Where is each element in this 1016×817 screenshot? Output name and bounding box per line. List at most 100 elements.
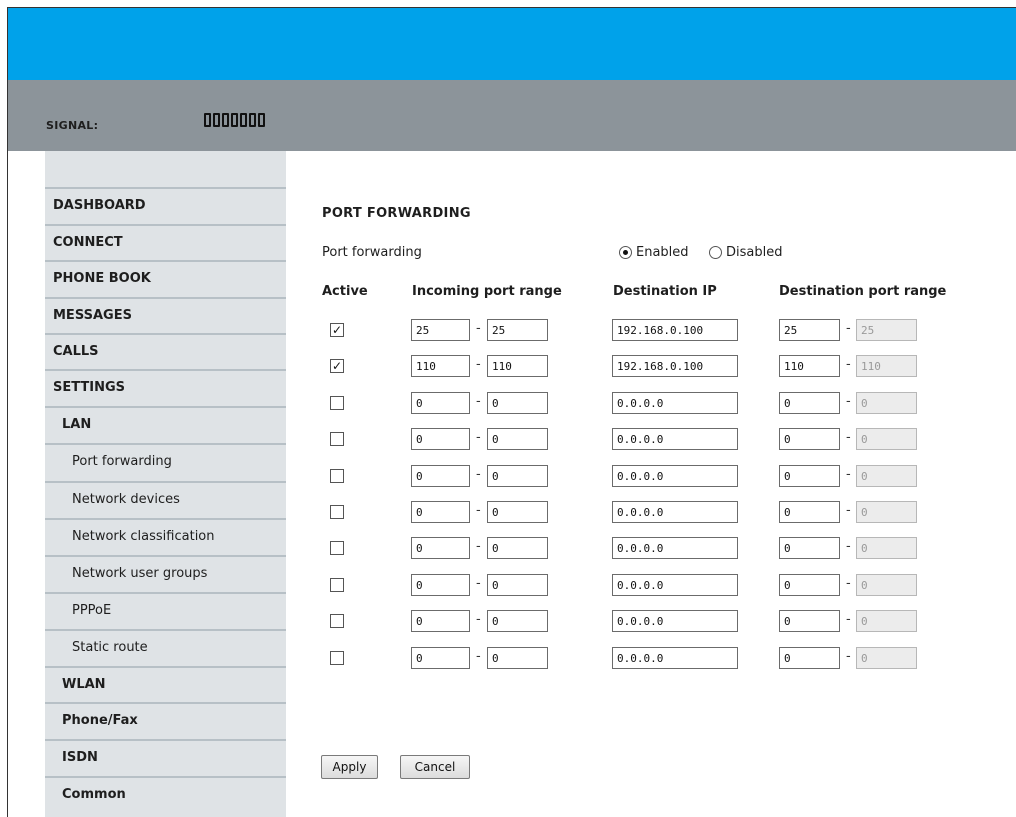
destination-port-from-input[interactable]: 0 xyxy=(779,392,840,414)
destination-port-from-input[interactable]: 0 xyxy=(779,465,840,487)
destination-ip-input[interactable]: 0.0.0.0 xyxy=(612,465,738,487)
active-checkbox[interactable] xyxy=(330,541,344,555)
destination-port-from-input[interactable]: 0 xyxy=(779,501,840,523)
sidebar-item-settings[interactable]: SETTINGS xyxy=(45,369,286,406)
range-separator: - xyxy=(476,612,481,627)
destination-port-from-input[interactable]: 0 xyxy=(779,610,840,632)
sidebar-item-common[interactable]: Common xyxy=(45,776,286,817)
destination-ip-input[interactable]: 0.0.0.0 xyxy=(612,574,738,596)
range-separator: - xyxy=(476,430,481,445)
incoming-port-from-input[interactable]: 0 xyxy=(411,501,470,523)
sidebar-item-phone-book[interactable]: PHONE BOOK xyxy=(45,260,286,297)
incoming-port-from-input[interactable]: 0 xyxy=(411,574,470,596)
incoming-port-to-input[interactable]: 110 xyxy=(487,355,548,377)
destination-ip-input[interactable]: 0.0.0.0 xyxy=(612,610,738,632)
sidebar-item-label: DASHBOARD xyxy=(53,198,146,213)
destination-port-to-input: 0 xyxy=(856,392,917,414)
destination-port-from-input[interactable]: 0 xyxy=(779,574,840,596)
radio-enabled-icon[interactable] xyxy=(619,246,632,259)
apply-button[interactable]: Apply xyxy=(321,755,378,779)
incoming-port-to-input[interactable]: 0 xyxy=(487,465,548,487)
active-checkbox[interactable] xyxy=(330,396,344,410)
sidebar-item-lan[interactable]: LAN xyxy=(45,406,286,443)
active-checkbox[interactable]: ✓ xyxy=(330,323,344,337)
incoming-port-from-input[interactable]: 25 xyxy=(411,319,470,341)
destination-port-from-input[interactable]: 0 xyxy=(779,428,840,450)
sidebar-item-network-user-groups[interactable]: Network user groups xyxy=(45,555,286,592)
destination-ip-input[interactable]: 0.0.0.0 xyxy=(612,428,738,450)
destination-ip-input[interactable]: 192.168.0.100 xyxy=(612,355,738,377)
status-bar: SIGNAL: xyxy=(8,80,1016,151)
incoming-port-to-input[interactable]: 0 xyxy=(487,574,548,596)
range-separator: - xyxy=(476,649,481,664)
incoming-port-to-input[interactable]: 0 xyxy=(487,610,548,632)
column-header-destination-ip: Destination IP xyxy=(613,284,717,299)
incoming-port-from-input[interactable]: 0 xyxy=(411,428,470,450)
incoming-port-from-input[interactable]: 0 xyxy=(411,537,470,559)
sidebar-item-wlan[interactable]: WLAN xyxy=(45,666,286,702)
sidebar-item-static-route[interactable]: Static route xyxy=(45,629,286,666)
range-separator: - xyxy=(846,467,851,482)
destination-ip-input[interactable]: 0.0.0.0 xyxy=(612,647,738,669)
radio-disabled-icon[interactable] xyxy=(709,246,722,259)
sidebar-item-isdn[interactable]: ISDN xyxy=(45,739,286,776)
destination-ip-input[interactable]: 0.0.0.0 xyxy=(612,537,738,559)
range-separator: - xyxy=(846,430,851,445)
destination-port-to-input: 0 xyxy=(856,647,917,669)
signal-bar-icon xyxy=(204,113,211,127)
radio-disabled[interactable]: Disabled xyxy=(709,245,782,260)
incoming-port-to-input[interactable]: 0 xyxy=(487,647,548,669)
active-checkbox[interactable] xyxy=(330,469,344,483)
sidebar-item-connect[interactable]: CONNECT xyxy=(45,224,286,260)
destination-ip-input[interactable]: 0.0.0.0 xyxy=(612,392,738,414)
destination-ip-input[interactable]: 192.168.0.100 xyxy=(612,319,738,341)
column-header-active: Active xyxy=(322,284,368,299)
column-header-destination-port-range: Destination port range xyxy=(779,284,947,299)
active-checkbox[interactable] xyxy=(330,432,344,446)
sidebar-item-network-classification[interactable]: Network classification xyxy=(45,518,286,555)
destination-port-from-input[interactable]: 0 xyxy=(779,537,840,559)
incoming-port-from-input[interactable]: 0 xyxy=(411,647,470,669)
range-separator: - xyxy=(476,394,481,409)
sidebar-item-network-devices[interactable]: Network devices xyxy=(45,481,286,518)
range-separator: - xyxy=(476,539,481,554)
radio-disabled-label: Disabled xyxy=(726,245,783,260)
sidebar-item-label: LAN xyxy=(62,417,92,432)
active-checkbox[interactable] xyxy=(330,651,344,665)
destination-port-to-input: 0 xyxy=(856,537,917,559)
incoming-port-to-input[interactable]: 0 xyxy=(487,501,548,523)
sidebar-item-pppoe[interactable]: PPPoE xyxy=(45,592,286,629)
sidebar-item-messages[interactable]: MESSAGES xyxy=(45,297,286,333)
sidebar-item-port-forwarding[interactable]: Port forwarding xyxy=(45,443,286,481)
active-checkbox[interactable]: ✓ xyxy=(330,359,344,373)
cancel-button[interactable]: Cancel xyxy=(400,755,470,779)
range-separator: - xyxy=(846,649,851,664)
destination-port-to-input: 110 xyxy=(856,355,917,377)
sidebar-item-label: CONNECT xyxy=(53,235,123,250)
incoming-port-to-input[interactable]: 25 xyxy=(487,319,548,341)
incoming-port-from-input[interactable]: 0 xyxy=(411,610,470,632)
column-header-incoming-port-range: Incoming port range xyxy=(412,284,562,299)
range-separator: - xyxy=(846,321,851,336)
incoming-port-to-input[interactable]: 0 xyxy=(487,537,548,559)
radio-enabled[interactable]: Enabled xyxy=(619,245,689,260)
incoming-port-to-input[interactable]: 0 xyxy=(487,392,548,414)
destination-port-to-input: 0 xyxy=(856,428,917,450)
signal-bar-icon xyxy=(249,113,256,127)
active-checkbox[interactable] xyxy=(330,505,344,519)
active-checkbox[interactable] xyxy=(330,578,344,592)
incoming-port-from-input[interactable]: 0 xyxy=(411,465,470,487)
radio-enabled-label: Enabled xyxy=(636,245,689,260)
incoming-port-from-input[interactable]: 0 xyxy=(411,392,470,414)
destination-port-from-input[interactable]: 110 xyxy=(779,355,840,377)
sidebar-item-phone-fax[interactable]: Phone/Fax xyxy=(45,702,286,739)
sidebar-item-label: MESSAGES xyxy=(53,308,132,323)
active-checkbox[interactable] xyxy=(330,614,344,628)
sidebar-item-dashboard[interactable]: DASHBOARD xyxy=(45,187,286,224)
sidebar-item-calls[interactable]: CALLS xyxy=(45,333,286,369)
destination-port-from-input[interactable]: 0 xyxy=(779,647,840,669)
destination-port-from-input[interactable]: 25 xyxy=(779,319,840,341)
incoming-port-to-input[interactable]: 0 xyxy=(487,428,548,450)
incoming-port-from-input[interactable]: 110 xyxy=(411,355,470,377)
destination-ip-input[interactable]: 0.0.0.0 xyxy=(612,501,738,523)
